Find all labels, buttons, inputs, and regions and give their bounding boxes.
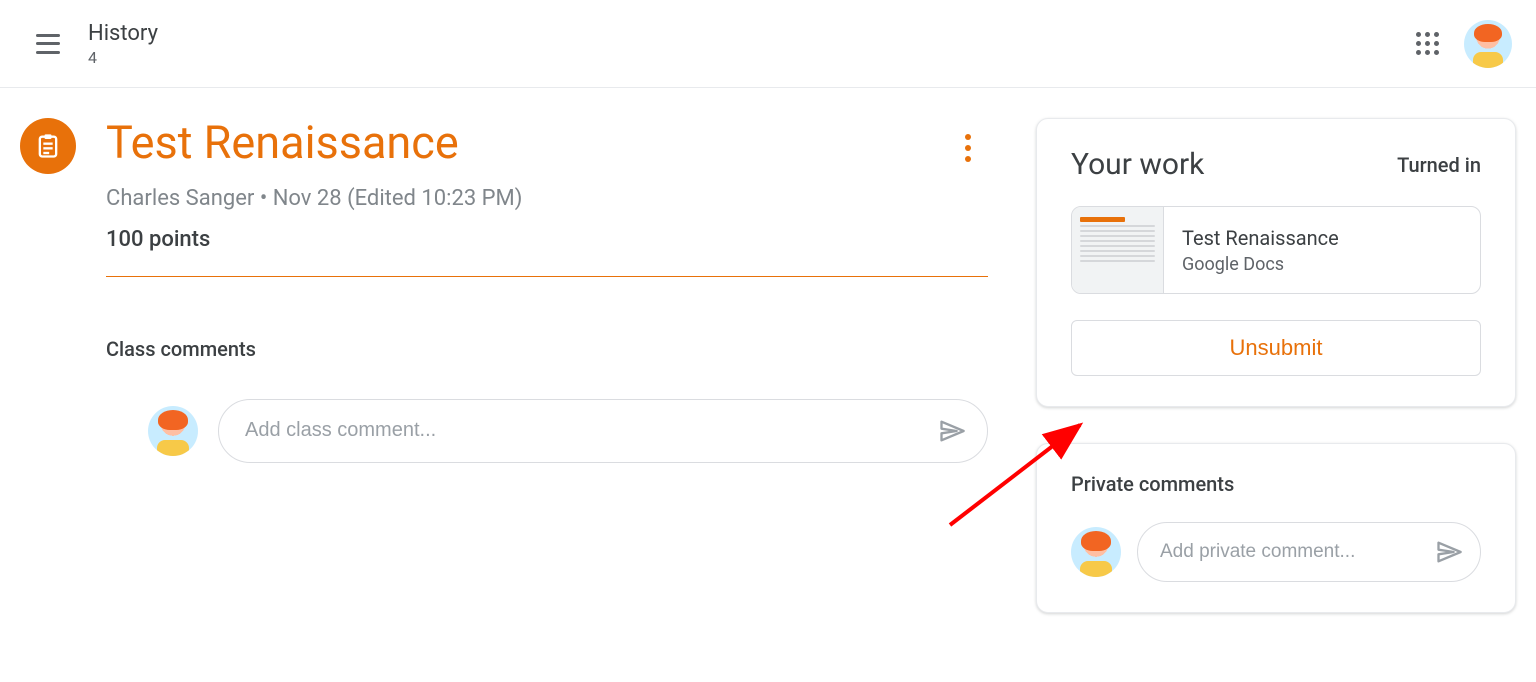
- attachment-item[interactable]: Test Renaissance Google Docs: [1071, 206, 1481, 294]
- class-comments-heading: Class comments: [106, 337, 988, 361]
- send-icon: [938, 417, 966, 445]
- divider: [106, 276, 988, 277]
- attachment-type: Google Docs: [1182, 254, 1339, 275]
- account-avatar[interactable]: [1464, 20, 1512, 68]
- private-comments-card: Private comments: [1036, 443, 1516, 613]
- class-comment-field[interactable]: [218, 399, 988, 463]
- assignment-options-button[interactable]: [948, 128, 988, 168]
- class-title-block[interactable]: History 4: [88, 21, 158, 67]
- assignment-date: Nov 28: [273, 186, 342, 211]
- clipboard-icon: [34, 132, 62, 160]
- class-comment-input[interactable]: [245, 419, 935, 442]
- your-work-card: Your work Turned in Test Renaissance Goo…: [1036, 118, 1516, 407]
- assignment-edited: Edited 10:23 PM: [355, 186, 515, 211]
- private-comments-heading: Private comments: [1071, 472, 1481, 496]
- main-menu-button[interactable]: [24, 20, 72, 68]
- class-comments-section: Class comments: [106, 337, 988, 463]
- assignment-icon: [20, 118, 76, 174]
- attachment-name: Test Renaissance: [1182, 226, 1339, 250]
- your-work-heading: Your work: [1071, 147, 1204, 182]
- unsubmit-button[interactable]: Unsubmit: [1071, 320, 1481, 376]
- send-icon: [1435, 538, 1463, 566]
- attachment-thumbnail: [1072, 207, 1164, 293]
- assignment-title: Test Renaissance: [106, 118, 988, 168]
- user-avatar: [1071, 527, 1121, 577]
- app-header: History 4: [0, 0, 1536, 88]
- private-comment-field[interactable]: [1137, 522, 1481, 582]
- send-private-comment-button[interactable]: [1432, 535, 1466, 569]
- google-apps-button[interactable]: [1404, 20, 1452, 68]
- send-class-comment-button[interactable]: [935, 414, 969, 448]
- work-status: Turned in: [1397, 153, 1481, 177]
- user-avatar: [148, 406, 198, 456]
- private-comment-input[interactable]: [1160, 541, 1432, 563]
- assignment-meta: Charles Sanger • Nov 28 (Edited 10:23 PM…: [106, 186, 988, 211]
- assignment-header: Test Renaissance Charles Sanger • Nov 28…: [20, 118, 988, 252]
- assignment-points: 100 points: [106, 227, 988, 252]
- class-name: History: [88, 21, 158, 46]
- class-section: 4: [88, 48, 158, 67]
- assignment-author: Charles Sanger: [106, 186, 254, 211]
- hamburger-icon: [36, 34, 60, 54]
- apps-grid-icon: [1416, 32, 1440, 56]
